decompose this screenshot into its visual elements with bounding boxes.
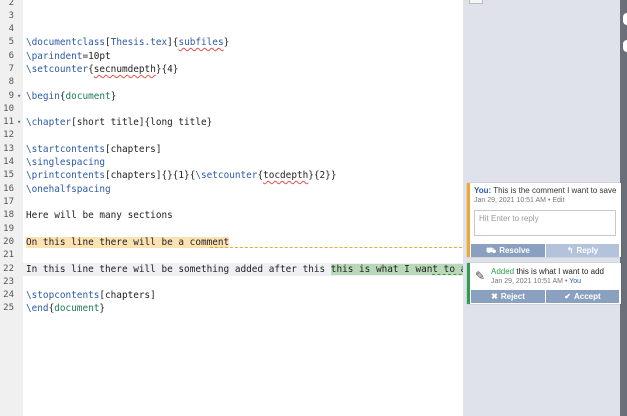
- reply-button[interactable]: ↰ Reply: [546, 244, 619, 257]
- line-number: 22: [3, 264, 14, 274]
- accept-button[interactable]: ✔ Accept: [546, 290, 619, 303]
- code-line[interactable]: \startcontents[chapters]: [23, 143, 463, 156]
- line-number: 25: [3, 303, 14, 313]
- code-line[interactable]: \documentclass[Thesis.tex]{subfiles}: [23, 36, 463, 49]
- line-number: 19: [3, 224, 14, 234]
- line-number: 4: [8, 24, 14, 34]
- line-number: 2: [8, 0, 14, 8]
- code-line-text: \singlespacing: [26, 157, 106, 168]
- code-line-text: \end{document}: [26, 303, 106, 314]
- chevron-down-icon[interactable]: ▾: [17, 116, 21, 129]
- change-header: Added this is what I want to add: [491, 267, 604, 276]
- change-meta: Jan 29, 2021 10:51 AM • You: [491, 278, 582, 285]
- code-line-text: In this line there will be something add…: [26, 264, 478, 275]
- line-number: 3: [8, 11, 14, 21]
- code-line[interactable]: \setcounter{secnumdepth}{4}: [23, 63, 463, 76]
- comment-timestamp: Jan 29, 2021 10:51 AM: [474, 197, 546, 204]
- code-line-text: \chapter[short title]{long title}: [26, 117, 213, 128]
- code-line[interactable]: \begin{document}: [23, 90, 463, 103]
- change-text: this is what I want to add: [516, 267, 604, 276]
- change-action: Added: [491, 267, 515, 276]
- change-author: You: [569, 278, 582, 285]
- change-timestamp: Jan 29, 2021 10:51 AM: [491, 278, 563, 285]
- line-number: 13: [3, 144, 14, 154]
- code-line-active[interactable]: In this line there will be something add…: [23, 263, 478, 276]
- code-line-text: \startcontents[chapters]: [26, 144, 162, 155]
- code-editor[interactable]: \documentclass[Thesis.tex]{subfiles} \pa…: [23, 0, 478, 416]
- comment-author: You:: [474, 186, 492, 195]
- line-number: 11: [3, 117, 14, 127]
- resolve-button[interactable]: ⛟ Resolve: [471, 244, 545, 257]
- change-connector: [432, 274, 467, 275]
- line-number: 5: [8, 37, 14, 47]
- change-card: ✎ Added this is what I want to add Jan 2…: [467, 263, 621, 304]
- resolve-icon: ⛟: [486, 245, 497, 255]
- reply-input[interactable]: Hit Enter to reply: [474, 210, 616, 236]
- line-number: 14: [3, 157, 14, 167]
- scroll-knob[interactable]: [621, 38, 627, 54]
- code-line[interactable]: Here will be many sections: [23, 209, 463, 222]
- code-line[interactable]: \parindent=10pt: [23, 50, 463, 63]
- line-number-gutter: 2 3 4 5 6 7 8 9 ▾ 10 11 ▾ 12 13 14 15 16…: [0, 0, 23, 416]
- comment-connector: [210, 247, 467, 248]
- reply-icon: ↰: [566, 246, 574, 255]
- code-line-text: \documentclass[Thesis.tex]{subfiles}: [26, 37, 230, 48]
- comment-accent-bar: [467, 183, 470, 257]
- line-number: 8: [8, 77, 14, 87]
- line-number: 12: [3, 130, 14, 140]
- line-number: 20: [3, 237, 14, 247]
- comment-card: You: This is the comment I want to save …: [467, 183, 621, 257]
- code-line-text: On this line there will be a comment: [26, 236, 230, 249]
- reject-button[interactable]: ✖ Reject: [471, 290, 545, 303]
- line-number: 23: [3, 277, 14, 287]
- code-line[interactable]: \singlespacing: [23, 156, 463, 169]
- line-number: 6: [8, 51, 14, 61]
- scroll-knob[interactable]: [621, 11, 627, 27]
- line-number: 10: [3, 104, 14, 114]
- line-number: 24: [3, 290, 14, 300]
- comment-header: You: This is the comment I want to save: [474, 186, 616, 195]
- comment-edit-link[interactable]: Edit: [552, 197, 564, 204]
- code-line-text: Here will be many sections: [26, 210, 173, 221]
- reject-icon: ✖: [491, 292, 498, 301]
- line-number: 16: [3, 184, 14, 194]
- code-line[interactable]: \printcontents[chapters]{}{1}{\setcounte…: [23, 169, 463, 182]
- line-number: 15: [3, 170, 14, 180]
- line-number: 17: [3, 197, 14, 207]
- code-line-text: \setcounter{secnumdepth}{4}: [26, 64, 179, 75]
- accept-icon: ✔: [564, 292, 571, 301]
- chevron-down-icon[interactable]: ▾: [17, 90, 21, 103]
- code-line-text: \printcontents[chapters]{}{1}{\setcounte…: [26, 170, 337, 181]
- panel-handle[interactable]: [469, 0, 483, 4]
- pencil-icon: ✎: [475, 269, 486, 283]
- panel-scrollbar[interactable]: [620, 0, 627, 416]
- code-line[interactable]: \chapter[short title]{long title}: [23, 116, 463, 129]
- line-number: 9: [8, 91, 14, 101]
- comment-meta: Jan 29, 2021 10:51 AM • Edit: [474, 197, 565, 204]
- code-line[interactable]: \end{document}: [23, 302, 463, 315]
- line-number: 7: [8, 64, 14, 74]
- code-line-text: \begin{document}: [26, 91, 117, 102]
- code-line-text: \parindent=10pt: [26, 51, 111, 62]
- comment-highlight[interactable]: On this line there will be a comment: [26, 237, 230, 248]
- code-line[interactable]: \stopcontents[chapters]: [23, 289, 463, 302]
- line-number: 18: [3, 210, 14, 220]
- code-line[interactable]: \onehalfspacing: [23, 183, 463, 196]
- change-accent-bar: [467, 263, 470, 304]
- code-line-text: \stopcontents[chapters]: [26, 290, 156, 301]
- comment-text: This is the comment I want to save: [493, 186, 617, 195]
- line-number: 21: [3, 250, 14, 260]
- code-line-text: \onehalfspacing: [26, 184, 111, 195]
